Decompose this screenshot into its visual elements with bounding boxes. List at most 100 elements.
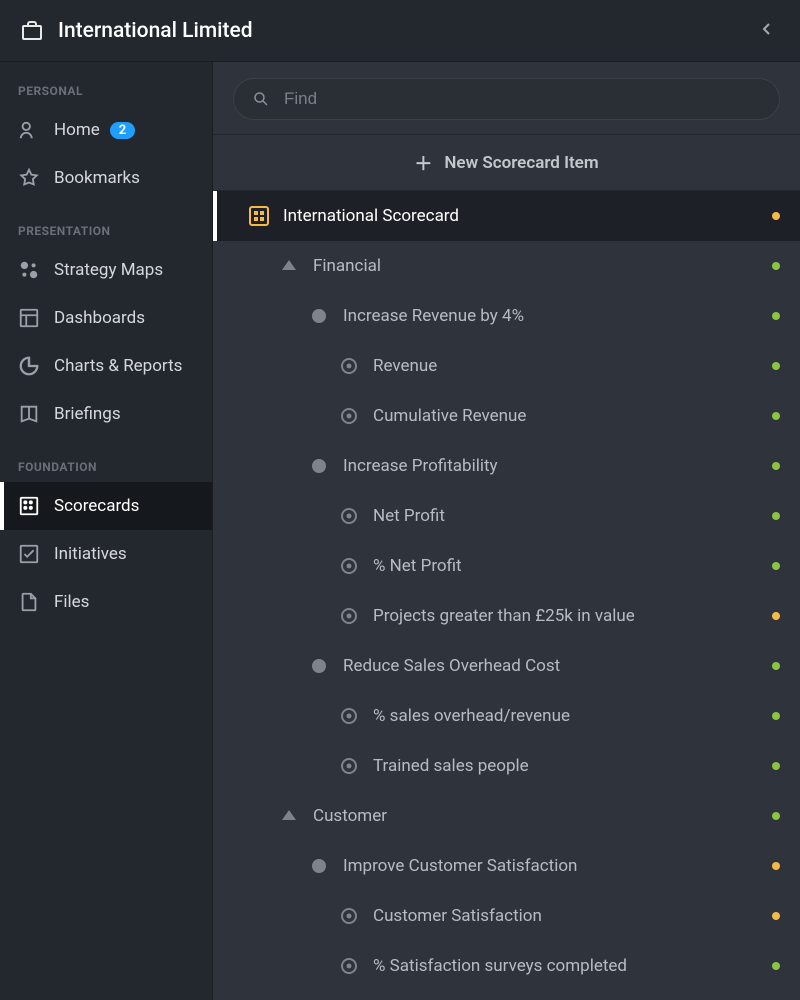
new-button-label: New Scorecard Item [444,153,598,173]
scorecard-tree: International Scorecard Financial Increase… [213,191,800,1000]
tree-row-perspective[interactable]: Financial [213,241,800,291]
tree-row-measure[interactable]: % Net Profit [213,541,800,591]
tree-row-label: % Satisfaction surveys completed [373,956,772,976]
tree-row-measure[interactable]: Trained sales people [213,741,800,791]
status-indicator [772,612,780,620]
status-indicator [772,462,780,470]
status-indicator [772,412,780,420]
tree-row-measure[interactable]: Customer Satisfaction [213,891,800,941]
status-indicator [772,562,780,570]
objective-icon [309,856,329,876]
tree-row-objective[interactable]: Improve Customer Satisfaction [213,841,800,891]
sidebar-item-label: Bookmarks [54,168,140,188]
sidebar-item-strategy-maps[interactable]: Strategy Maps [0,246,212,294]
org-title: International Limited [58,19,754,43]
new-scorecard-item-button[interactable]: ＋ New Scorecard Item [213,135,800,191]
sidebar-item-files[interactable]: Files [0,578,212,626]
sidebar-item-scorecards[interactable]: Scorecards [0,482,212,530]
notification-badge: 2 [110,122,135,139]
measure-icon [339,606,359,626]
tree-row-perspective[interactable]: Customer [213,791,800,841]
search-input[interactable] [284,89,761,109]
measure-icon [339,506,359,526]
tree-row-measure[interactable]: Cumulative Revenue [213,391,800,441]
status-indicator [772,862,780,870]
measure-icon [339,906,359,926]
sidebar-item-dashboards[interactable]: Dashboards [0,294,212,342]
plus-icon: ＋ [414,150,432,176]
tree-row-label: Customer [313,806,772,826]
collapse-button[interactable] [754,17,780,44]
status-indicator [772,512,780,520]
dashboards-icon [18,307,40,329]
tree-row-scorecard[interactable]: International Scorecard [213,191,800,241]
scorecards-icon [18,495,40,517]
tree-row-label: Trained sales people [373,756,772,776]
tree-row-label: Projects greater than £25k in value [373,606,772,626]
objective-icon [309,656,329,676]
initiatives-icon [18,543,40,565]
sidebar-item-bookmarks[interactable]: Bookmarks [0,154,212,202]
bookmarks-icon [18,167,40,189]
tree-row-measure[interactable]: % sales overhead/revenue [213,691,800,741]
topbar: International Limited [0,0,800,62]
status-indicator [772,712,780,720]
tree-row-label: % sales overhead/revenue [373,706,772,726]
tree-row-measure[interactable]: Revenue [213,341,800,391]
status-indicator [772,312,780,320]
tree-row-label: Reduce Sales Overhead Cost [343,656,772,676]
tree-row-label: Increase Revenue by 4% [343,306,772,326]
charts-reports-icon [18,355,40,377]
measure-icon [339,756,359,776]
objective-icon [309,456,329,476]
sidebar-item-label: Strategy Maps [54,260,163,280]
sidebar-item-initiatives[interactable]: Initiatives [0,530,212,578]
search-wrap [213,62,800,135]
files-icon [18,591,40,613]
scorecard-icon [249,206,269,226]
tree-row-objective[interactable]: Increase Profitability [213,441,800,491]
sidebar-item-home[interactable]: Home 2 [0,106,212,154]
measure-icon [339,356,359,376]
sidebar-item-label: Charts & Reports [54,356,182,376]
tree-row-objective[interactable]: Reduce Sales Overhead Cost [213,641,800,691]
measure-icon [339,956,359,976]
measure-icon [339,706,359,726]
tree-row-label: International Scorecard [283,206,772,226]
measure-icon [339,556,359,576]
tree-row-label: Cumulative Revenue [373,406,772,426]
sidebar-item-label: Home [54,120,100,140]
sidebar-item-label: Initiatives [54,544,127,564]
perspective-icon [279,256,299,276]
strategy-maps-icon [18,259,40,281]
sidebar-section-label: PERSONAL [0,84,212,98]
tree-row-label: % Net Profit [373,556,772,576]
tree-row-label: Customer Satisfaction [373,906,772,926]
home-icon [18,119,40,141]
tree-row-measure[interactable]: Net Profit [213,491,800,541]
sidebar-item-label: Dashboards [54,308,145,328]
tree-row-label: Net Profit [373,506,772,526]
tree-row-label: Revenue [373,356,772,376]
main-panel: ＋ New Scorecard Item International Score… [213,62,800,1000]
search-box[interactable] [233,78,780,120]
tree-row-measure[interactable]: % Satisfaction surveys completed [213,941,800,991]
sidebar-item-charts-reports[interactable]: Charts & Reports [0,342,212,390]
sidebar-item-label: Scorecards [54,496,139,516]
tree-row-measure[interactable]: Projects greater than £25k in value [213,591,800,641]
briefcase-icon [20,19,44,43]
status-indicator [772,912,780,920]
status-indicator [772,812,780,820]
sidebar-item-briefings[interactable]: Briefings [0,390,212,438]
measure-icon [339,406,359,426]
briefings-icon [18,403,40,425]
sidebar-section-label: FOUNDATION [0,460,212,474]
sidebar-item-label: Files [54,592,89,612]
search-icon [252,90,270,108]
objective-icon [309,306,329,326]
tree-row-label: Financial [313,256,772,276]
status-indicator [772,962,780,970]
sidebar-section-label: PRESENTATION [0,224,212,238]
tree-row-objective[interactable]: Increase Revenue by 4% [213,291,800,341]
status-indicator [772,762,780,770]
